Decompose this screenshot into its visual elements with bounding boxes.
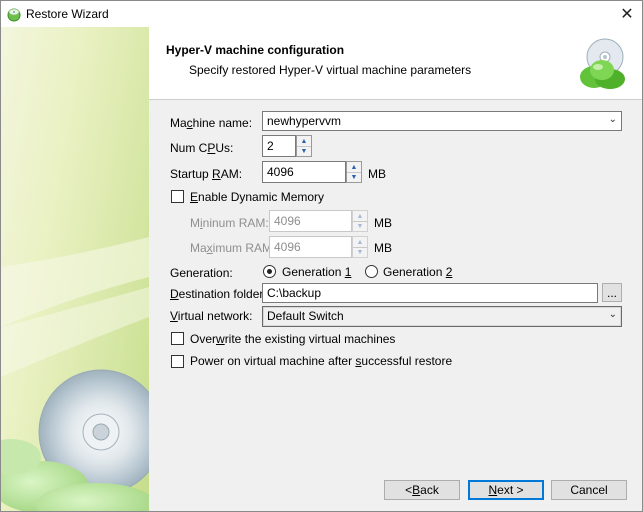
close-button[interactable]: ✕ [612,1,642,27]
spin-down-icon[interactable]: ▼ [347,172,361,182]
browse-button[interactable]: ... [602,283,622,302]
chevron-down-icon: ⌄ [608,114,617,125]
page-subtitle: Specify restored Hyper-V virtual machine… [189,63,472,77]
maximum-ram-unit: MB [374,241,392,255]
banner-illustration [1,237,149,511]
chevron-down-icon: ⌄ [608,309,617,320]
maximum-ram-label: Maximum RAM: [190,241,276,255]
wizard-content: Machine name: newhypervvm ⌄ Num CPUs: 2 … [149,100,642,511]
startup-ram-value[interactable]: 4096 [262,161,346,183]
spin-down-icon: ▼ [356,248,364,256]
cancel-button[interactable]: Cancel [551,480,627,500]
minimum-ram-label: Mininum RAM: [190,216,269,230]
page-title: Hyper-V machine configuration [166,43,345,57]
wizard-window: Restore Wizard ✕ Hyper-V machine configu… [0,0,643,512]
wizard-banner [1,27,149,511]
dynamic-memory-checkbox[interactable] [171,190,184,203]
dynamic-memory-label[interactable]: Enable Dynamic Memory [190,190,324,204]
overwrite-label[interactable]: Overwrite the existing virtual machines [190,332,395,346]
maximum-ram-stepper: 4096 ▲ ▼ [269,236,368,258]
generation-label: Generation: [170,266,233,280]
minimum-ram-value: 4096 [269,210,352,232]
disc-cloud-icon [580,38,625,89]
generation-1-radio[interactable] [263,265,276,278]
startup-ram-stepper[interactable]: 4096 ▲ ▼ [262,161,362,183]
power-on-checkbox[interactable] [171,355,184,368]
machine-name-value: newhypervvm [267,114,342,128]
minimum-ram-stepper: 4096 ▲ ▼ [269,210,368,232]
overwrite-checkbox[interactable] [171,332,184,345]
num-cpus-value[interactable]: 2 [262,135,296,157]
virtual-network-value: Default Switch [267,309,344,323]
num-cpus-stepper[interactable]: 2 ▲ ▼ [262,135,312,157]
power-on-label[interactable]: Power on virtual machine after successfu… [190,354,452,368]
close-icon: ✕ [620,6,634,23]
window-title: Restore Wizard [26,7,109,21]
destination-folder-label: Destination folder: [170,287,267,301]
virtual-network-label: Virtual network: [170,309,253,323]
generation-2-radio[interactable] [365,265,378,278]
title-bar: Restore Wizard ✕ [1,1,642,27]
wizard-header: Hyper-V machine configuration Specify re… [149,27,642,100]
back-button[interactable]: < Back [384,480,460,500]
minimum-ram-unit: MB [374,216,392,230]
app-icon [7,8,21,22]
maximum-ram-value: 4096 [269,236,352,258]
startup-ram-label: Startup RAM: [170,167,243,181]
startup-ram-unit: MB [368,167,386,181]
generation-1-label[interactable]: Generation 1 [282,265,351,279]
spin-down-icon[interactable]: ▼ [297,146,311,156]
num-cpus-label: Num CPUs: [170,141,234,155]
next-button[interactable]: Next > [468,480,544,500]
machine-name-label: Machine name: [170,116,253,130]
destination-folder-input[interactable]: C:\backup [262,283,598,303]
spin-down-icon: ▼ [356,222,364,230]
machine-name-combo[interactable]: newhypervvm ⌄ [262,111,622,131]
generation-2-label[interactable]: Generation 2 [383,265,452,279]
virtual-network-select[interactable]: Default Switch ⌄ [262,306,622,327]
